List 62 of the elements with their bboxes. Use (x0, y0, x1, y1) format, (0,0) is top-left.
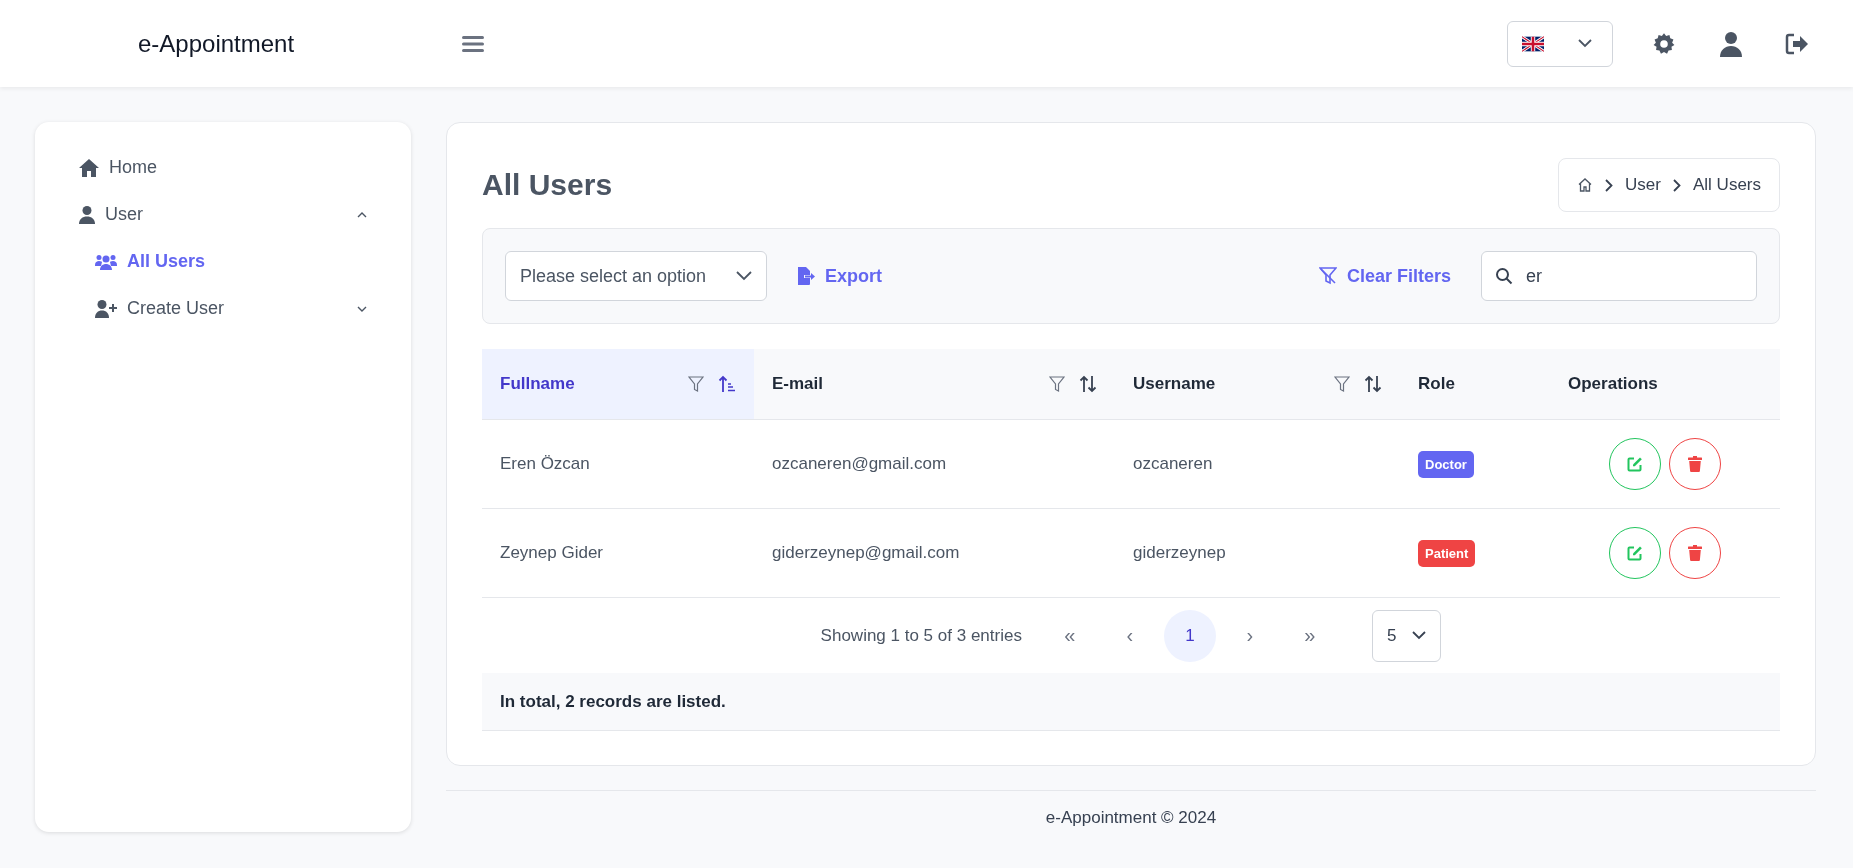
chevron-right-icon (1605, 178, 1614, 192)
column-header[interactable]: Fullname (482, 349, 754, 420)
trash-icon (1688, 545, 1702, 561)
brand-title: e-Appointment (138, 29, 296, 58)
next-page-button[interactable]: › (1223, 609, 1276, 662)
edit-icon (1627, 545, 1643, 561)
table-cell: ozcaneren (1133, 454, 1213, 473)
column-header[interactable]: Role (1400, 349, 1550, 420)
language-dropdown[interactable] (1507, 20, 1613, 67)
edit-icon (1627, 456, 1643, 472)
chevron-down-icon (1578, 39, 1592, 48)
sort-ascending-icon[interactable] (718, 375, 736, 393)
breadcrumb-item[interactable]: All Users (1693, 175, 1761, 195)
add-user-icon (95, 299, 117, 318)
records-total: In total, 2 records are listed. (500, 691, 726, 712)
previous-page-button[interactable]: ‹ (1103, 609, 1156, 662)
filter-icon[interactable] (688, 375, 704, 393)
filter-icon[interactable] (1049, 375, 1065, 393)
chevron-up-icon (357, 211, 367, 218)
table-cell: ozcaneren@gmail.com (772, 454, 947, 473)
search-field[interactable]: er (1481, 251, 1757, 301)
column-header[interactable]: Operations (1550, 349, 1780, 420)
chevron-down-icon (357, 305, 367, 312)
export-button[interactable]: Export (797, 265, 882, 287)
flag-icon (1522, 35, 1544, 52)
table-cell: giderzeynep@gmail.com (772, 543, 960, 562)
page-title: All Users (482, 168, 613, 202)
role-badge: Patient (1418, 540, 1476, 567)
last-page-button[interactable]: » (1283, 609, 1336, 662)
page-size-select[interactable]: 5 (1371, 609, 1442, 662)
filter-icon[interactable] (1334, 375, 1350, 393)
role-badge: Doctor (1418, 451, 1474, 478)
column-header[interactable]: Username (1115, 349, 1400, 420)
sidebar-item[interactable]: Create User (35, 285, 411, 332)
delete-button[interactable] (1669, 527, 1721, 579)
delete-button[interactable] (1669, 438, 1721, 490)
filter-clear-icon (1318, 267, 1337, 285)
home-icon[interactable] (1577, 177, 1594, 193)
option-select[interactable]: Please select an option (505, 251, 767, 301)
sidebar-item[interactable]: Home (35, 144, 411, 191)
column-header[interactable]: E-mail (754, 349, 1115, 420)
sidebar-item[interactable]: User (35, 191, 411, 238)
clear-filters-button[interactable]: Clear Filters (1318, 265, 1451, 287)
first-page-button[interactable]: « (1043, 609, 1096, 662)
chevron-down-icon (1412, 631, 1427, 640)
users-icon (95, 253, 117, 270)
sort-icon[interactable] (1364, 375, 1382, 393)
chevron-right-icon (1673, 178, 1681, 192)
sidebar-item[interactable]: All Users (35, 238, 411, 285)
entries-summary: Showing 1 to 5 of 3 entries (820, 625, 1022, 646)
chevron-down-icon (736, 271, 752, 281)
file-export-icon (797, 266, 815, 286)
table-cell: Zeynep Gider (500, 543, 603, 562)
table-cell: giderzeynep (1133, 543, 1226, 562)
table-cell: Eren Özcan (500, 454, 590, 473)
footer-text: e-Appointment © 2024 (1045, 808, 1217, 827)
sort-icon[interactable] (1079, 375, 1097, 393)
breadcrumb-item[interactable]: User (1625, 175, 1661, 195)
trash-icon (1688, 456, 1702, 472)
page-button[interactable]: 1 (1163, 609, 1216, 662)
home-icon (79, 158, 99, 177)
user-icon (79, 205, 95, 224)
